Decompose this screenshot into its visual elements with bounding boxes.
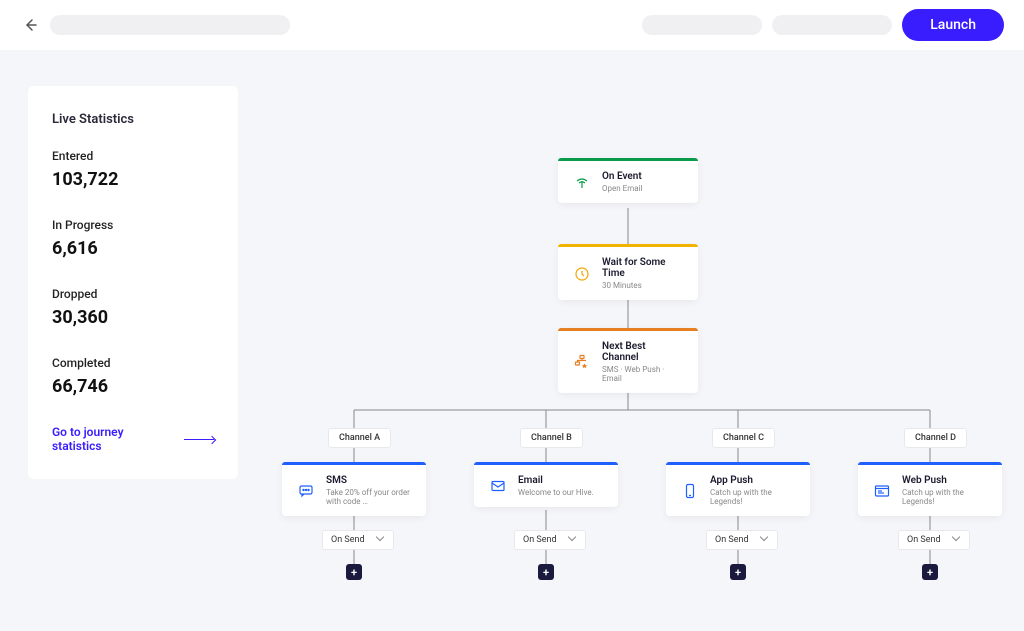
webpush-icon: [872, 481, 892, 501]
node-title: SMS: [326, 475, 412, 486]
stat-value: 66,746: [52, 376, 214, 397]
stats-link-text: Go to journey statistics: [52, 425, 176, 453]
on-send-dropdown-b[interactable]: On Send: [514, 530, 586, 550]
channel-label-b: Channel B: [520, 428, 583, 448]
journey-statistics-link[interactable]: Go to journey statistics: [52, 425, 214, 453]
node-on-event[interactable]: On Event Open Email: [558, 158, 698, 203]
live-statistics-panel: Live Statistics Entered 103,722 In Progr…: [28, 86, 238, 479]
clock-icon: [572, 264, 592, 284]
stat-label: Entered: [52, 149, 214, 163]
stat-value: 6,616: [52, 238, 214, 259]
node-channel-webpush[interactable]: Web Push Catch up with the Legends!: [858, 462, 1002, 516]
launch-button[interactable]: Launch: [902, 9, 1004, 41]
channel-label-c: Channel C: [712, 428, 775, 448]
back-arrow-icon[interactable]: [20, 15, 40, 35]
node-subtitle: Catch up with the Legends!: [902, 488, 988, 506]
on-send-dropdown-d[interactable]: On Send: [898, 530, 970, 550]
on-send-label: On Send: [715, 535, 749, 545]
sms-icon: [296, 481, 316, 501]
add-step-button-b[interactable]: [538, 564, 554, 580]
node-title: App Push: [710, 475, 796, 486]
node-subtitle: Welcome to our Hive.: [518, 488, 594, 497]
chevron-down-icon: [761, 536, 769, 544]
chevron-down-icon: [569, 536, 577, 544]
arrow-long-icon: [184, 439, 214, 440]
node-channel-email[interactable]: Email Welcome to our Hive.: [474, 462, 618, 507]
node-title: On Event: [602, 171, 642, 182]
stats-title: Live Statistics: [52, 112, 214, 127]
node-next-best-channel[interactable]: Next Best Channel SMS · Web Push · Email: [558, 328, 698, 393]
stat-dropped: Dropped 30,360: [52, 287, 214, 328]
stat-completed: Completed 66,746: [52, 356, 214, 397]
chevron-down-icon: [953, 536, 961, 544]
add-step-button-c[interactable]: [730, 564, 746, 580]
on-send-label: On Send: [907, 535, 941, 545]
apppush-icon: [680, 481, 700, 501]
channel-label-d: Channel D: [904, 428, 967, 448]
stat-label: In Progress: [52, 218, 214, 232]
node-wait[interactable]: Wait for Some Time 30 Minutes: [558, 244, 698, 300]
split-icon: [572, 352, 592, 372]
node-subtitle: 30 Minutes: [602, 281, 684, 290]
action-placeholder-2: [772, 15, 892, 35]
stat-value: 103,722: [52, 169, 214, 190]
on-send-dropdown-a[interactable]: On Send: [322, 530, 394, 550]
title-placeholder: [50, 15, 290, 35]
add-step-button-d[interactable]: [922, 564, 938, 580]
node-title: Next Best Channel: [602, 341, 684, 363]
action-placeholder-1: [642, 15, 762, 35]
node-subtitle: SMS · Web Push · Email: [602, 365, 684, 383]
node-subtitle: Open Email: [602, 184, 642, 193]
node-subtitle: Catch up with the Legends!: [710, 488, 796, 506]
node-title: Wait for Some Time: [602, 257, 684, 279]
node-title: Email: [518, 475, 594, 486]
event-icon: [572, 172, 592, 192]
node-title: Web Push: [902, 475, 988, 486]
journey-canvas: On Event Open Email Wait for Some Time 3…: [238, 50, 1024, 631]
stat-in-progress: In Progress 6,616: [52, 218, 214, 259]
topbar: Launch: [0, 0, 1024, 50]
node-channel-sms[interactable]: SMS Take 20% off your order with code …: [282, 462, 426, 516]
stat-value: 30,360: [52, 307, 214, 328]
node-subtitle: Take 20% off your order with code …: [326, 488, 412, 506]
channel-label-a: Channel A: [328, 428, 391, 448]
chevron-down-icon: [377, 536, 385, 544]
stat-entered: Entered 103,722: [52, 149, 214, 190]
add-step-button-a[interactable]: [346, 564, 362, 580]
email-icon: [488, 476, 508, 496]
on-send-label: On Send: [331, 535, 365, 545]
on-send-label: On Send: [523, 535, 557, 545]
on-send-dropdown-c[interactable]: On Send: [706, 530, 778, 550]
node-channel-apppush[interactable]: App Push Catch up with the Legends!: [666, 462, 810, 516]
stat-label: Dropped: [52, 287, 214, 301]
stat-label: Completed: [52, 356, 214, 370]
